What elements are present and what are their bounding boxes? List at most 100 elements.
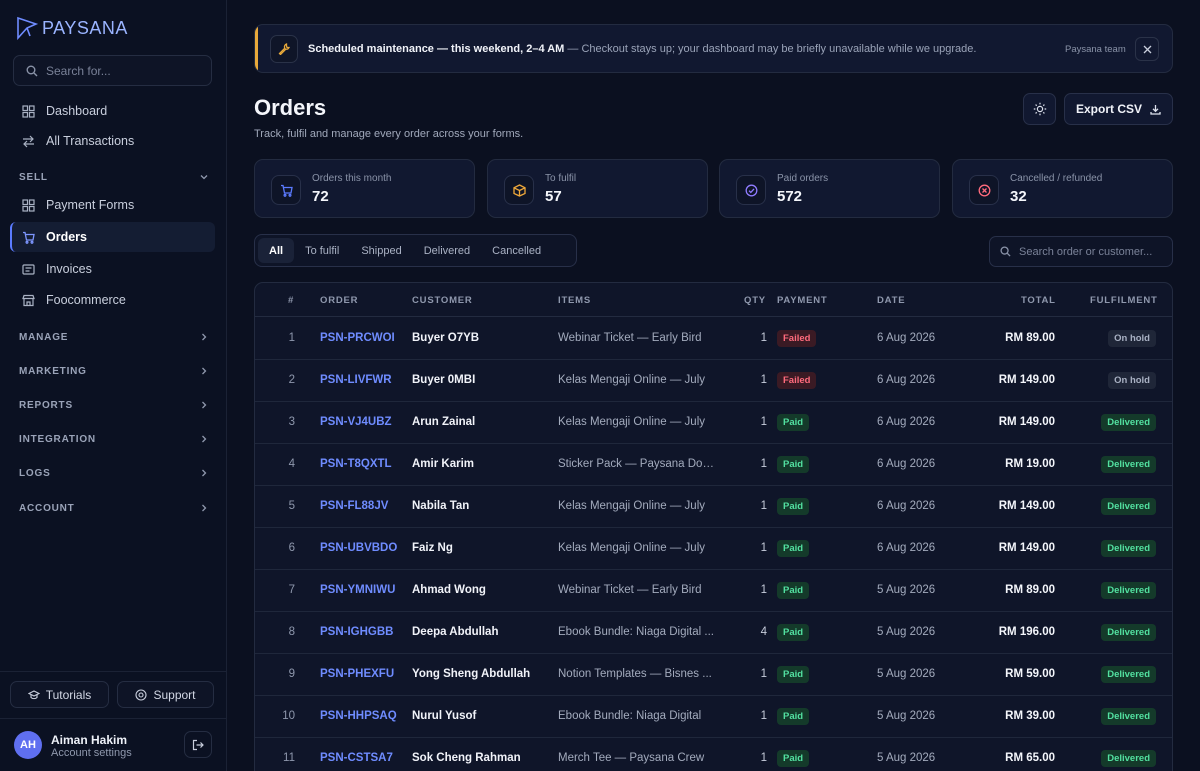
payment-status-badge: Paid bbox=[777, 708, 810, 725]
order-search-input[interactable] bbox=[1019, 245, 1164, 258]
sidebar-section-marketing[interactable]: MARKETING bbox=[19, 361, 209, 381]
theme-toggle-button[interactable] bbox=[1023, 93, 1056, 125]
customer-name: Ahmad Wong bbox=[412, 584, 486, 596]
sidebar-section-sell[interactable]: SELL bbox=[19, 167, 209, 187]
sidebar-section-logs[interactable]: LOGS bbox=[19, 463, 209, 483]
stat-value: 72 bbox=[312, 188, 329, 205]
customer-name: Buyer 0MBI bbox=[412, 374, 476, 386]
table-row[interactable]: 4 PSN-T8QXTL Amir Karim Sticker Pack — Pays… bbox=[255, 444, 1172, 486]
tab-shipped[interactable]: Shipped bbox=[350, 238, 412, 263]
customer-name: Nabila Tan bbox=[412, 500, 470, 512]
sidebar-item-label: All Transactions bbox=[46, 134, 135, 148]
order-id-link[interactable]: PSN-HHPSAQ bbox=[320, 710, 397, 722]
payment-status-badge: Paid bbox=[777, 666, 810, 683]
order-items: Kelas Mengaji Online — July bbox=[558, 500, 706, 512]
fulfilment-status-badge[interactable]: Delivered bbox=[1101, 540, 1156, 557]
order-id-link[interactable]: PSN-CSTSA7 bbox=[320, 752, 393, 764]
sidebar-section-manage[interactable]: MANAGE bbox=[19, 327, 209, 347]
table-row[interactable]: 11 PSN-CSTSA7 Sok Cheng Rahman Merch Tee — … bbox=[255, 738, 1172, 771]
sidebar-item-orders[interactable]: Orders bbox=[10, 222, 215, 252]
tab-delivered[interactable]: Delivered bbox=[413, 238, 481, 263]
export-csv-button[interactable]: Export CSV bbox=[1064, 93, 1173, 125]
user-name[interactable]: Aiman Hakim bbox=[51, 733, 127, 747]
order-id-link[interactable]: PSN-YMNIWU bbox=[320, 584, 395, 596]
fulfilment-status-badge[interactable]: Delivered bbox=[1101, 498, 1156, 515]
table-row[interactable]: 7 PSN-YMNIWU Ahmad Wong Webinar Ticket — Ea… bbox=[255, 570, 1172, 612]
order-id-link[interactable]: PSN-T8QXTL bbox=[320, 458, 392, 470]
tab-all[interactable]: All bbox=[258, 238, 295, 263]
grid-icon bbox=[22, 198, 35, 212]
sidebar-item-all-transactions[interactable]: All Transactions bbox=[10, 126, 215, 156]
fulfilment-status-badge[interactable]: Delivered bbox=[1101, 708, 1156, 725]
fulfilment-status-badge[interactable]: On hold bbox=[1108, 372, 1156, 389]
payment-status-badge: Paid bbox=[777, 414, 810, 431]
fulfilment-status-badge[interactable]: Delivered bbox=[1101, 582, 1156, 599]
col-header-qty[interactable]: QTY bbox=[744, 295, 766, 306]
col-header-customer[interactable]: CUSTOMER bbox=[412, 295, 473, 306]
order-id-link[interactable]: PSN-PRCWOI bbox=[320, 332, 395, 344]
sidebar-item-dashboard[interactable]: Dashboard bbox=[10, 96, 215, 126]
table-row[interactable]: 1 PSN-PRCWOI Buyer O7YB Webinar Ticket — Ea… bbox=[255, 318, 1172, 360]
order-total: RM 149.00 bbox=[998, 416, 1055, 428]
fulfilment-status-badge[interactable]: Delivered bbox=[1101, 750, 1156, 767]
order-id-link[interactable]: PSN-FL88JV bbox=[320, 500, 388, 512]
table-row[interactable]: 10 PSN-HHPSAQ Nurul Yusof Ebook Bundle: Nia… bbox=[255, 696, 1172, 738]
support-button[interactable]: Support bbox=[117, 681, 214, 708]
table-row[interactable]: 3 PSN-VJ4UBZ Arun Zainal Kelas Mengaji Onli… bbox=[255, 402, 1172, 444]
graduation-cap-icon bbox=[27, 689, 40, 699]
sidebar-section-integration[interactable]: INTEGRATION bbox=[19, 429, 209, 449]
sidebar-item-foocommerce[interactable]: Foocommerce bbox=[10, 285, 215, 315]
table-row[interactable]: 9 PSN-PHEXFU Yong Sheng Abdullah Notion Tem… bbox=[255, 654, 1172, 696]
order-id-link[interactable]: PSN-PHEXFU bbox=[320, 668, 394, 680]
order-id-link[interactable]: PSN-VJ4UBZ bbox=[320, 416, 392, 428]
order-qty: 1 bbox=[760, 710, 767, 722]
order-search[interactable] bbox=[989, 236, 1173, 267]
banner-text: Scheduled maintenance — this weekend, 2–… bbox=[308, 43, 976, 55]
order-total: RM 39.00 bbox=[1005, 710, 1055, 722]
fulfilment-status-badge[interactable]: On hold bbox=[1108, 330, 1156, 347]
order-id-link[interactable]: PSN-LIVFWR bbox=[320, 374, 392, 386]
table-row[interactable]: 6 PSN-UBVBDO Faiz Ng Kelas Mengaji Online —… bbox=[255, 528, 1172, 570]
col-header-total[interactable]: TOTAL bbox=[1021, 295, 1056, 306]
table-row[interactable]: 5 PSN-FL88JV Nabila Tan Kelas Mengaji Onlin… bbox=[255, 486, 1172, 528]
row-number: 7 bbox=[288, 584, 295, 596]
sidebar-item-invoices[interactable]: Invoices bbox=[10, 254, 215, 284]
grid-icon bbox=[22, 104, 35, 118]
avatar[interactable]: AH bbox=[14, 731, 42, 759]
tab-cancelled[interactable]: Cancelled bbox=[481, 238, 552, 263]
fulfilment-status-badge[interactable]: Delivered bbox=[1101, 624, 1156, 641]
col-header-payment[interactable]: PAYMENT bbox=[777, 295, 827, 306]
sidebar-item-payment-forms[interactable]: Payment Forms bbox=[10, 190, 215, 220]
table-row[interactable]: 2 PSN-LIVFWR Buyer 0MBI Kelas Mengaji Onlin… bbox=[255, 360, 1172, 402]
table-row[interactable]: 8 PSN-IGHGBB Deepa Abdullah Ebook Bundle: N… bbox=[255, 612, 1172, 654]
fulfilment-status-badge[interactable]: Delivered bbox=[1101, 666, 1156, 683]
fulfilment-status-badge[interactable]: Delivered bbox=[1101, 414, 1156, 431]
sidebar-search[interactable] bbox=[13, 55, 212, 86]
sidebar-section-account[interactable]: ACCOUNT bbox=[19, 498, 209, 518]
order-id-link[interactable]: PSN-UBVBDO bbox=[320, 542, 397, 554]
logout-button[interactable] bbox=[184, 731, 212, 758]
stat-to-fulfil: To fulfil 57 bbox=[487, 159, 708, 218]
tutorials-button[interactable]: Tutorials bbox=[10, 681, 109, 708]
account-settings-link[interactable]: Account settings bbox=[51, 747, 132, 759]
section-label: REPORTS bbox=[19, 399, 73, 411]
order-total: RM 65.00 bbox=[1005, 752, 1055, 764]
brand-name: PAYSANA bbox=[42, 17, 128, 38]
order-id-link[interactable]: PSN-IGHGBB bbox=[320, 626, 393, 638]
order-total: RM 149.00 bbox=[998, 542, 1055, 554]
col-header-items[interactable]: ITEMS bbox=[558, 295, 591, 306]
sidebar-section-reports[interactable]: REPORTS bbox=[19, 395, 209, 415]
order-date: 6 Aug 2026 bbox=[877, 500, 936, 512]
col-header-date[interactable]: DATE bbox=[877, 295, 905, 306]
row-number: 2 bbox=[288, 374, 295, 386]
fulfilment-status-badge[interactable]: Delivered bbox=[1101, 456, 1156, 473]
col-header-fulfilment[interactable]: FULFILMENT bbox=[1090, 295, 1158, 306]
tab-to-fulfil[interactable]: To fulfil bbox=[294, 238, 350, 263]
sidebar-search-input[interactable] bbox=[46, 63, 196, 78]
order-items: Kelas Mengaji Online — July bbox=[558, 542, 706, 554]
brand-logo[interactable]: PAYSANA bbox=[16, 16, 128, 40]
banner-close-button[interactable] bbox=[1135, 37, 1159, 61]
chevron-right-icon bbox=[202, 401, 207, 409]
row-number: 8 bbox=[288, 626, 295, 638]
col-header-order[interactable]: ORDER bbox=[320, 295, 358, 306]
